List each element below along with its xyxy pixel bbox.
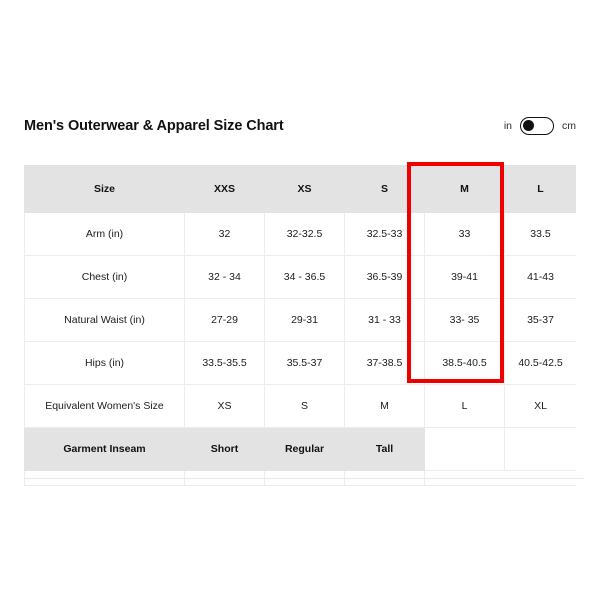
cell-value: Regular: [264, 427, 345, 471]
cell-value: 36.5-39: [344, 255, 425, 299]
chart-header: Men's Outerwear & Apparel Size Chart in …: [0, 108, 600, 144]
cell-value: 31 - 33: [344, 298, 425, 342]
cell-value: 41-43: [504, 255, 576, 299]
cell-value: 39-41: [424, 255, 505, 299]
cell-value: 37-38.5: [344, 341, 425, 385]
table-header-row: Size XXS XS S M L: [24, 165, 576, 213]
cell-value: XS: [184, 384, 265, 428]
unit-label-inches[interactable]: in: [504, 121, 512, 132]
column-header-s: S: [344, 165, 425, 213]
unit-toggle-switch[interactable]: [520, 117, 554, 135]
cell-value: 32-32.5: [264, 212, 345, 256]
column-header-xs: XS: [264, 165, 345, 213]
cell-value: 33: [424, 212, 505, 256]
row-label: Chest (in): [24, 255, 185, 299]
cell-value: Short: [184, 427, 265, 471]
cell-value: M: [344, 384, 425, 428]
unit-toggle[interactable]: in cm: [504, 117, 576, 135]
garment-inseam-row: Garment Inseam Short Regular Tall: [24, 427, 576, 471]
cell-value: 32 - 34: [184, 255, 265, 299]
cell-value: 35.5-37: [264, 341, 345, 385]
row-label: Garment Inseam: [24, 427, 185, 471]
cell-value: 32.5-33: [344, 212, 425, 256]
cell-value: XL: [504, 384, 576, 428]
cell-empty: [504, 427, 576, 471]
cell-value: 27-29: [184, 298, 265, 342]
cell-value: 35-37: [504, 298, 576, 342]
cell-value: 34 - 36.5: [264, 255, 345, 299]
row-label: Natural Waist (in): [24, 298, 185, 342]
row-label: Arm (in): [24, 212, 185, 256]
size-chart-page: Men's Outerwear & Apparel Size Chart in …: [0, 0, 600, 600]
row-label: Hips (in): [24, 341, 185, 385]
cell-value: Tall: [344, 427, 425, 471]
column-header-size: Size: [24, 165, 185, 213]
column-header-xxs: XXS: [184, 165, 265, 213]
size-table: Size XXS XS S M L Arm (in) 32 32-32.5 32…: [24, 165, 576, 486]
cell-value: 29-31: [264, 298, 345, 342]
cell-value: 33.5-35.5: [184, 341, 265, 385]
column-header-m: M: [424, 165, 505, 213]
cell-value: 32: [184, 212, 265, 256]
toggle-knob: [523, 120, 534, 131]
table-row: Equivalent Women's Size XS S M L XL: [24, 384, 576, 428]
page-title: Men's Outerwear & Apparel Size Chart: [24, 118, 284, 134]
table-row: Chest (in) 32 - 34 34 - 36.5 36.5-39 39-…: [24, 255, 576, 299]
cell-value: S: [264, 384, 345, 428]
table-row: Arm (in) 32 32-32.5 32.5-33 33 33.5: [24, 212, 576, 256]
cell-value: 38.5-40.5: [424, 341, 505, 385]
table-row: Hips (in) 33.5-35.5 35.5-37 37-38.5 38.5…: [24, 341, 576, 385]
row-label: Equivalent Women's Size: [24, 384, 185, 428]
cell-value: 33- 35: [424, 298, 505, 342]
cell-value: 33.5: [504, 212, 576, 256]
cell-empty: [424, 427, 505, 471]
size-table-scroll-container[interactable]: Size XXS XS S M L Arm (in) 32 32-32.5 32…: [24, 165, 576, 486]
bottom-divider: [24, 478, 584, 479]
cell-value: L: [424, 384, 505, 428]
column-header-l: L: [504, 165, 576, 213]
cell-value: 40.5-42.5: [504, 341, 576, 385]
table-row: Natural Waist (in) 27-29 29-31 31 - 33 3…: [24, 298, 576, 342]
unit-label-centimeters[interactable]: cm: [562, 121, 576, 132]
